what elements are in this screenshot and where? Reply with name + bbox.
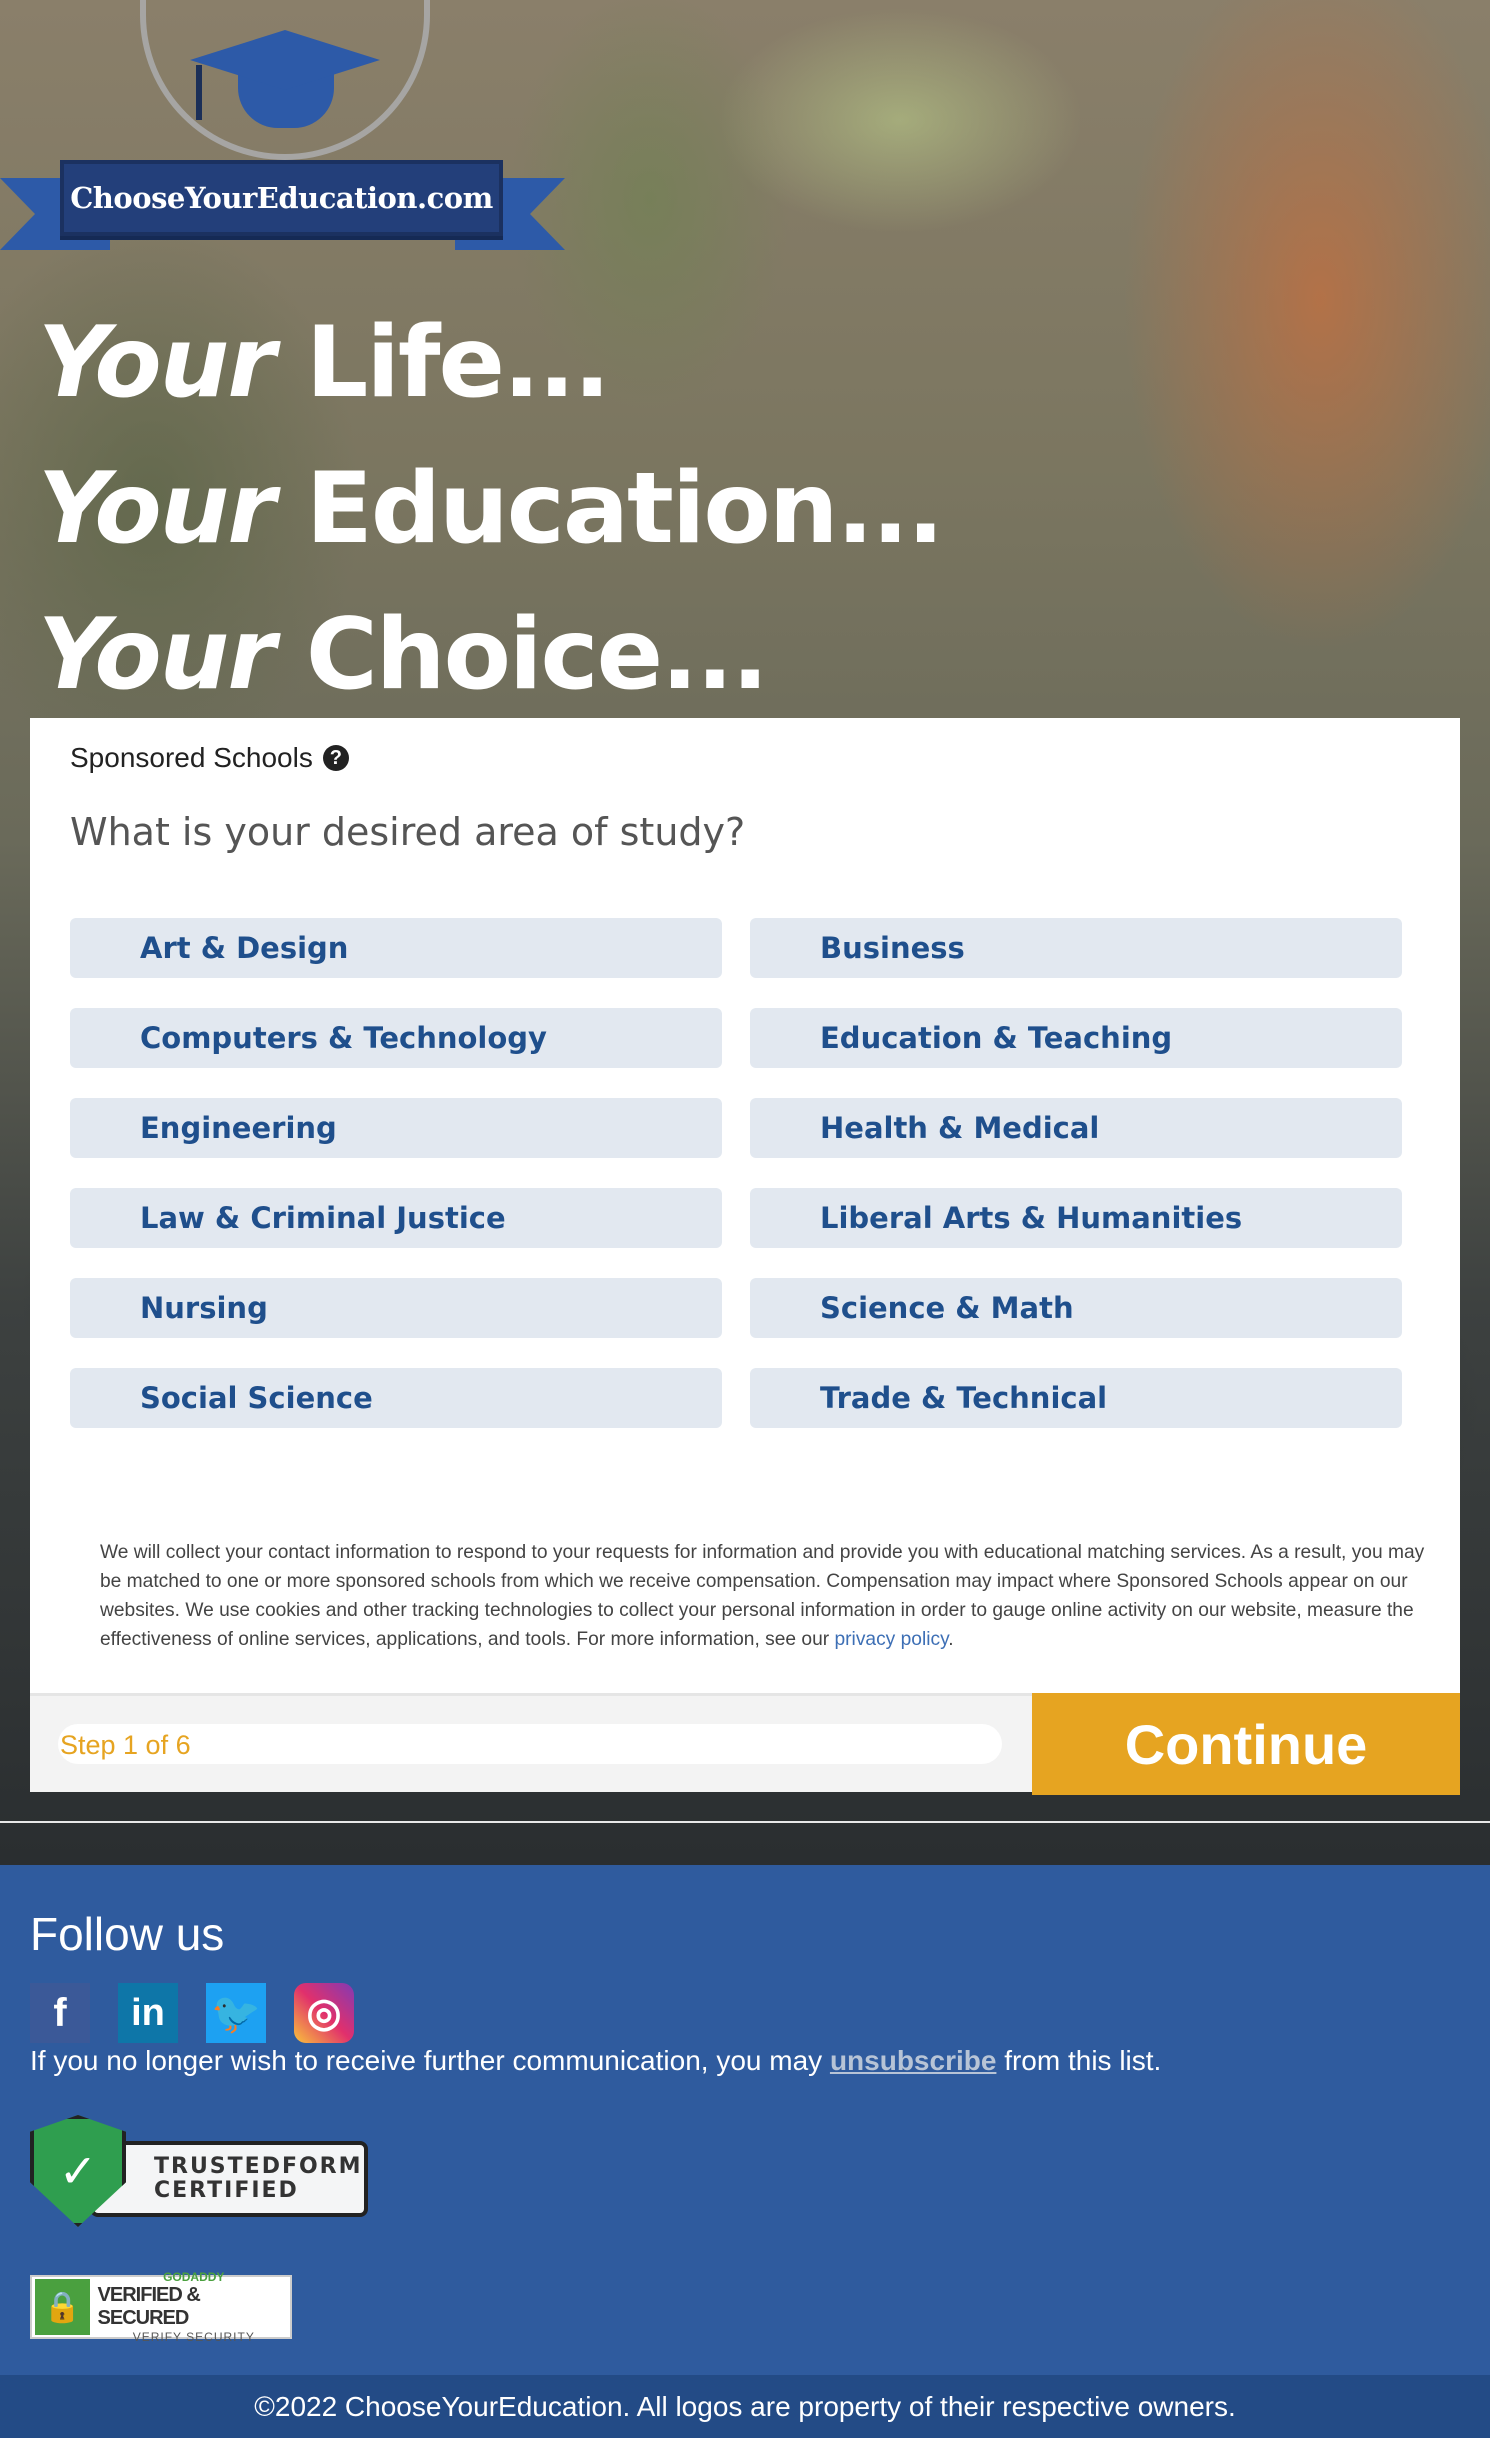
trustedform-badge[interactable]: TRUSTEDFORM CERTIFIED ✓ bbox=[30, 2115, 370, 2227]
copyright-text: ©2022 ChooseYourEducation. All logos are… bbox=[254, 2390, 1236, 2422]
social-links: f in 🐦 ◎ bbox=[30, 1983, 354, 2043]
site-logo[interactable]: ChooseYourEducation.com bbox=[0, 0, 570, 255]
study-area-options: Art & Design Business Computers & Techno… bbox=[70, 918, 1432, 1428]
unsubscribe-notice: If you no longer wish to receive further… bbox=[30, 2045, 1162, 2076]
logo-banner: ChooseYourEducation.com bbox=[60, 160, 503, 236]
facebook-icon[interactable]: f bbox=[30, 1983, 90, 2043]
godaddy-seal-text: GODADDY VERIFIED & SECURED VERIFY SECURI… bbox=[97, 2270, 255, 2344]
headline-line-3: Your Choice... bbox=[38, 598, 769, 712]
follow-us-heading: Follow us bbox=[30, 1908, 225, 1960]
site-footer: Follow us f in 🐦 ◎ If you no longer wish… bbox=[0, 1865, 1490, 2375]
study-area-form: Sponsored Schools ? What is your desired… bbox=[30, 718, 1460, 1795]
form-footer: Step 1 of 6 Continue bbox=[30, 1693, 1460, 1795]
linkedin-icon[interactable]: in bbox=[118, 1983, 178, 2043]
option-art-design[interactable]: Art & Design bbox=[70, 918, 722, 978]
sponsored-schools-label: Sponsored Schools ? bbox=[70, 742, 349, 774]
trustedform-label: TRUSTEDFORM CERTIFIED bbox=[90, 2141, 368, 2217]
option-education-teaching[interactable]: Education & Teaching bbox=[750, 1008, 1402, 1068]
option-computers-technology[interactable]: Computers & Technology bbox=[70, 1008, 722, 1068]
privacy-disclaimer: We will collect your contact information… bbox=[100, 1542, 1425, 1650]
logo-text: ChooseYourEducation.com bbox=[70, 181, 493, 215]
lock-icon: 🔒 bbox=[35, 2279, 90, 2335]
option-engineering[interactable]: Engineering bbox=[70, 1098, 722, 1158]
step-progress: Step 1 of 6 bbox=[30, 1696, 1030, 1795]
option-law-criminal-justice[interactable]: Law & Criminal Justice bbox=[70, 1188, 722, 1248]
option-liberal-arts-humanities[interactable]: Liberal Arts & Humanities bbox=[750, 1188, 1402, 1248]
cap-tassel bbox=[196, 65, 202, 120]
privacy-policy-link[interactable]: privacy policy bbox=[835, 1629, 949, 1650]
step-label: Step 1 of 6 bbox=[60, 1730, 191, 1760]
option-health-medical[interactable]: Health & Medical bbox=[750, 1098, 1402, 1158]
option-nursing[interactable]: Nursing bbox=[70, 1278, 722, 1338]
continue-button[interactable]: Continue bbox=[1032, 1693, 1460, 1795]
twitter-icon[interactable]: 🐦 bbox=[206, 1983, 266, 2043]
headline-line-1: Your Life... bbox=[38, 306, 611, 420]
option-social-science[interactable]: Social Science bbox=[70, 1368, 722, 1428]
form-question: What is your desired area of study? bbox=[70, 810, 746, 854]
hero-divider bbox=[0, 1821, 1490, 1823]
option-business[interactable]: Business bbox=[750, 918, 1402, 978]
step-progress-track bbox=[58, 1724, 1002, 1764]
copyright-bar: ©2022 ChooseYourEducation. All logos are… bbox=[0, 2375, 1490, 2438]
option-science-math[interactable]: Science & Math bbox=[750, 1278, 1402, 1338]
headline-line-2: Your Education... bbox=[38, 452, 944, 566]
instagram-icon[interactable]: ◎ bbox=[294, 1983, 354, 2043]
unsubscribe-link[interactable]: unsubscribe bbox=[830, 2045, 996, 2076]
option-trade-technical[interactable]: Trade & Technical bbox=[750, 1368, 1402, 1428]
hero-headline: Your Life... Your Education... Your Choi… bbox=[38, 290, 944, 728]
question-circle-icon[interactable]: ? bbox=[322, 745, 349, 771]
godaddy-security-seal[interactable]: 🔒 GODADDY VERIFIED & SECURED VERIFY SECU… bbox=[30, 2270, 292, 2344]
